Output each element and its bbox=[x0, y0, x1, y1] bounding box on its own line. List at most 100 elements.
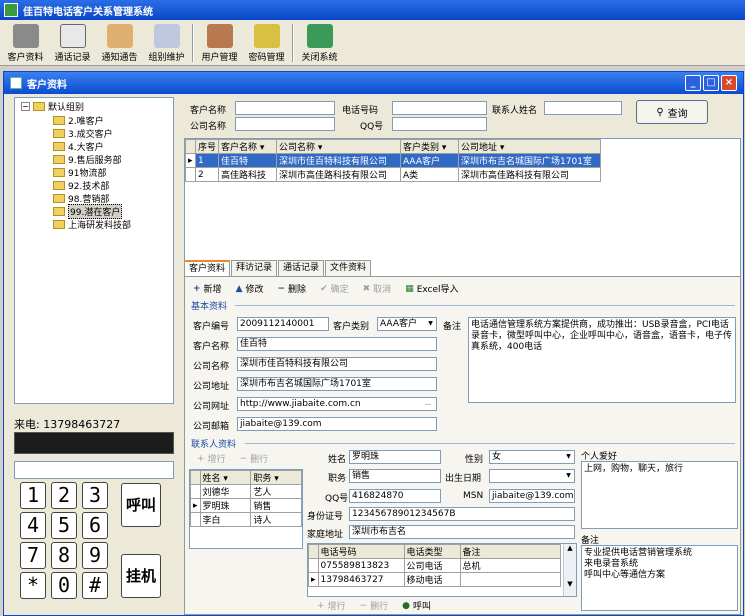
tree-root[interactable]: − 默认组别 bbox=[21, 100, 84, 113]
maximize-button[interactable]: □ bbox=[703, 75, 719, 91]
table-row[interactable]: 075589813823 公司电话 总机 bbox=[308, 558, 561, 573]
phone-call-button[interactable]: ● 呼叫 bbox=[402, 599, 431, 613]
tree-item[interactable]: 上海研发科技部 bbox=[53, 218, 131, 231]
phone-add-row-button[interactable]: + 增行 bbox=[317, 599, 346, 613]
call-button[interactable]: 呼叫 bbox=[121, 483, 161, 527]
excel-import-button[interactable]: ▦ Excel导入 bbox=[405, 282, 458, 296]
collapse-icon[interactable]: − bbox=[21, 102, 30, 111]
remark-textarea[interactable]: 电话通信管理系统方案提供商，成功推出：USB录音盒，PCI电话录音卡，微型呼叫中… bbox=[468, 317, 736, 403]
phone-grid-scrollbar[interactable]: ▲ ▼ bbox=[563, 544, 576, 596]
column-header[interactable]: 客户类别 ▾ bbox=[400, 139, 460, 154]
delete-button[interactable]: − 删除 bbox=[278, 282, 307, 296]
column-header[interactable]: 电话类型 bbox=[403, 544, 461, 559]
key-0[interactable]: 0 bbox=[51, 572, 77, 599]
add-row-button[interactable]: + 增行 bbox=[197, 452, 226, 466]
website-input[interactable]: http://www.jiabaite.com.cn… bbox=[237, 397, 437, 411]
hangup-button[interactable]: 挂机 bbox=[121, 554, 161, 598]
cancel-button[interactable]: ✖ 取消 bbox=[363, 282, 392, 296]
toolbar-customer-button[interactable]: 客户资料 bbox=[2, 20, 49, 66]
column-header[interactable]: 电话号码 bbox=[317, 544, 405, 559]
key-2[interactable]: 2 bbox=[51, 482, 77, 509]
table-row-selected[interactable]: ▸ 罗明珠 销售 bbox=[190, 498, 302, 513]
key-hash[interactable]: # bbox=[82, 572, 108, 599]
email-input[interactable]: jiabaite@139.com bbox=[237, 417, 437, 431]
table-row[interactable]: 李白 诗人 bbox=[190, 512, 302, 527]
tab-call-log[interactable]: 通话记录 bbox=[278, 260, 325, 276]
tree-item[interactable]: 9.售后服务部 bbox=[53, 153, 122, 166]
column-header[interactable]: 姓名 ▾ bbox=[199, 470, 252, 485]
edit-button[interactable]: ▲ 修改 bbox=[236, 282, 264, 296]
key-7[interactable]: 7 bbox=[20, 542, 46, 569]
key-4[interactable]: 4 bbox=[20, 512, 46, 539]
scroll-up-icon[interactable]: ▲ bbox=[564, 544, 576, 552]
dial-input[interactable] bbox=[14, 461, 174, 479]
chevron-down-icon[interactable]: ▼ bbox=[564, 471, 573, 481]
toolbar-password-button[interactable]: 密码管理 bbox=[243, 20, 290, 66]
key-8[interactable]: 8 bbox=[51, 542, 77, 569]
phone-input[interactable] bbox=[392, 101, 487, 115]
contact-qq-input[interactable]: 416824870 bbox=[349, 489, 441, 503]
tab-customer-info[interactable]: 客户资料 bbox=[184, 260, 231, 276]
qq-input[interactable] bbox=[392, 117, 487, 131]
confirm-button[interactable]: ✔ 确定 bbox=[320, 282, 349, 296]
phone-delete-row-button[interactable]: − 删行 bbox=[360, 599, 389, 613]
key-3[interactable]: 3 bbox=[82, 482, 108, 509]
tree-item[interactable]: 91物流部 bbox=[53, 166, 106, 179]
column-header[interactable]: 公司名称 ▾ bbox=[276, 139, 402, 154]
column-header[interactable]: 公司地址 ▾ bbox=[458, 139, 602, 154]
address-input[interactable]: 深圳市布吉名城国际广场1701室 bbox=[237, 377, 437, 391]
chevron-down-icon[interactable]: ▼ bbox=[426, 319, 435, 329]
key-1[interactable]: 1 bbox=[20, 482, 46, 509]
gender-select[interactable]: 女 ▼ bbox=[489, 450, 575, 464]
table-row-selected[interactable]: ▸ 13798463727 移动电话 bbox=[308, 572, 561, 587]
toolbar-users-button[interactable]: 用户管理 bbox=[196, 20, 243, 66]
customer-name-input[interactable] bbox=[235, 101, 335, 115]
company-input[interactable]: 深圳市佳百特科技有限公司 bbox=[237, 357, 437, 371]
key-9[interactable]: 9 bbox=[82, 542, 108, 569]
key-5[interactable]: 5 bbox=[51, 512, 77, 539]
company-input[interactable] bbox=[235, 117, 335, 131]
contact-input[interactable] bbox=[544, 101, 622, 115]
column-header[interactable]: 职务 ▾ bbox=[250, 470, 302, 485]
tree-item[interactable]: 92.技术部 bbox=[53, 179, 109, 192]
tree-item-selected[interactable]: 99.潜在客户 bbox=[53, 204, 123, 219]
chevron-down-icon[interactable]: ▼ bbox=[564, 452, 573, 462]
column-header[interactable]: 备注 bbox=[459, 544, 561, 559]
close-button[interactable]: × bbox=[721, 75, 737, 91]
tree-item[interactable]: 3.成交客户 bbox=[53, 127, 113, 140]
table-header: 姓名 ▾ 职务 ▾ bbox=[190, 470, 302, 485]
home-address-input[interactable]: 深圳市布吉名 bbox=[349, 525, 575, 539]
id-card-input[interactable]: 12345678901234567B bbox=[349, 507, 575, 521]
toolbar-exit-button[interactable]: 关闭系统 bbox=[296, 20, 343, 66]
table-row-selected[interactable]: ▸ 1 佳百特 深圳市佳百特科技有限公司 AAA客户 深圳市布吉名城国际广场17… bbox=[185, 153, 602, 168]
tree-item[interactable]: 4.大客户 bbox=[53, 140, 104, 153]
column-header[interactable]: 客户名称 ▾ bbox=[218, 139, 278, 154]
query-button[interactable]: ⚲ 查询 bbox=[636, 100, 708, 124]
tab-visit-log[interactable]: 拜访记录 bbox=[231, 260, 278, 276]
minimize-button[interactable]: _ bbox=[685, 75, 701, 91]
ellipsis-icon[interactable]: … bbox=[421, 399, 435, 409]
app-title: 佳百特电话客户关系管理系统 bbox=[23, 6, 153, 18]
key-6[interactable]: 6 bbox=[82, 512, 108, 539]
toolbar-group-button[interactable]: 组别维护 bbox=[143, 20, 190, 66]
code-input[interactable]: 2009112140001 bbox=[237, 317, 329, 331]
new-button[interactable]: + 新增 bbox=[193, 282, 222, 296]
contact-title-input[interactable]: 销售 bbox=[349, 469, 441, 483]
table-row[interactable]: 2 高佳路科技 深圳市高佳路科技有限公司 A类 深圳市高佳路科技有限公司 bbox=[185, 167, 602, 182]
hobby-textarea[interactable]: 上网，购物，聊天，旅行 bbox=[581, 461, 738, 529]
type-select[interactable]: AAA客户 ▼ bbox=[377, 317, 437, 331]
contact-note-textarea[interactable]: 专业提供电话营销管理系统 来电录音系统 呼叫中心等通信方案 bbox=[581, 545, 738, 611]
birthday-picker[interactable]: ▼ bbox=[489, 469, 575, 483]
key-star[interactable]: * bbox=[20, 572, 46, 599]
name-input[interactable]: 佳百特 bbox=[237, 337, 437, 351]
table-row[interactable]: 刘德华 艺人 bbox=[190, 484, 302, 499]
column-header[interactable]: 序号 bbox=[194, 139, 220, 154]
msn-input[interactable]: jiabaite@139.com bbox=[489, 489, 575, 503]
tree-item[interactable]: 2.唯客户 bbox=[53, 114, 104, 127]
toolbar-notice-button[interactable]: 通知通告 bbox=[96, 20, 143, 66]
scroll-down-icon[interactable]: ▼ bbox=[564, 580, 576, 588]
delete-row-button[interactable]: − 删行 bbox=[240, 452, 269, 466]
toolbar-calllog-button[interactable]: 通话记录 bbox=[49, 20, 96, 66]
tab-files[interactable]: 文件资料 bbox=[325, 260, 372, 276]
contact-name-input[interactable]: 罗明珠 bbox=[349, 450, 441, 464]
